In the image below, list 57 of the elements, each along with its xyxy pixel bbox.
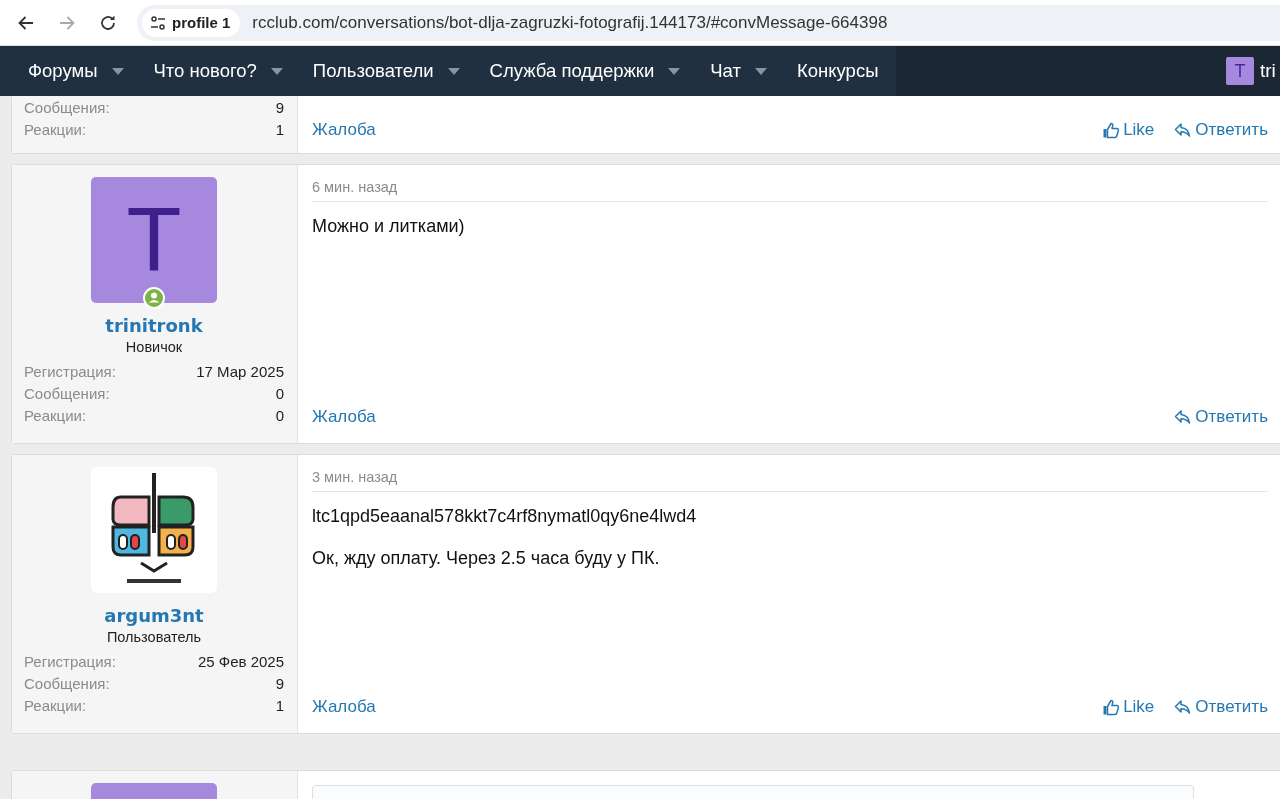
- stat-value: 1: [275, 696, 284, 716]
- stat-label: Сообщения:: [24, 674, 110, 694]
- username-link[interactable]: trinitronk: [105, 315, 203, 336]
- address-bar[interactable]: profile 1 rcclub.com/conversations/bot-dlja-zagruzki-fotografij.144173/#convMessage-664398: [137, 4, 1280, 41]
- stat-value: 0: [275, 384, 284, 404]
- nav-tab[interactable]: Чат: [710, 60, 741, 82]
- stat-value: 9: [275, 98, 284, 118]
- tune-icon: [150, 14, 166, 31]
- message-text: Ок, жду оплату. Через 2.5 часа буду у ПК.: [312, 548, 661, 569]
- nav-tab[interactable]: Что нового?: [153, 60, 257, 82]
- stat-label: Сообщения:: [24, 384, 110, 404]
- stat-value: 0: [275, 406, 284, 426]
- user-role: Пользователь: [106, 629, 202, 645]
- nav-tab[interactable]: Форумы: [28, 60, 98, 82]
- like-link[interactable]: Like: [1102, 119, 1155, 140]
- message-time: 6 мин. назад: [312, 179, 1268, 202]
- stat-value: 9: [275, 674, 284, 694]
- stat-label: Регистрация:: [24, 362, 116, 382]
- url-text: rcclub.com/conversations/bot-dlja-zagruzki-fotografij.144173/#convMessage-664398: [252, 12, 888, 33]
- user-avatar[interactable]: T: [91, 177, 217, 303]
- caret-icon[interactable]: [668, 67, 681, 75]
- caret-icon[interactable]: [754, 67, 767, 75]
- stat-label: Сообщения:: [24, 98, 110, 118]
- user-avatar[interactable]: T: [1226, 57, 1254, 85]
- caret-icon[interactable]: [111, 67, 124, 75]
- user-name[interactable]: tri: [1260, 60, 1280, 82]
- thumbs-up-icon: [1102, 698, 1121, 716]
- stat-label: Реакции:: [24, 120, 87, 140]
- profile-name: profile 1: [172, 14, 231, 31]
- report-link[interactable]: Жалоба: [312, 119, 376, 140]
- stat-value: 1: [275, 120, 284, 140]
- reply-icon: [1174, 120, 1193, 139]
- stat-label: Регистрация:: [24, 652, 116, 672]
- stat-label: Реакции:: [24, 406, 87, 426]
- reply-link[interactable]: Ответить: [1174, 407, 1268, 427]
- stat-label: Реакции:: [24, 696, 87, 716]
- user-role: Новичок: [125, 339, 183, 355]
- stat-value: 17 Мар 2025: [196, 362, 284, 382]
- message-time: 3 мин. назад: [312, 469, 1268, 492]
- profile-chip[interactable]: profile 1: [142, 8, 241, 37]
- message-text: Можно и литками): [312, 216, 466, 237]
- caret-icon[interactable]: [447, 67, 460, 75]
- nav-tab[interactable]: Служба поддержки: [489, 60, 655, 82]
- thumbs-up-icon: [1102, 120, 1121, 139]
- reply-icon: [1174, 408, 1193, 426]
- caret-icon[interactable]: [270, 67, 283, 75]
- nav-tab[interactable]: Конкурсы: [796, 60, 879, 82]
- reply-icon: [1174, 698, 1193, 716]
- username-link[interactable]: argum3nt: [104, 605, 204, 626]
- report-link[interactable]: Жалоба: [312, 697, 376, 717]
- like-link[interactable]: Like: [1102, 697, 1155, 717]
- nav-tab[interactable]: Пользователи: [312, 60, 434, 82]
- reply-link[interactable]: Ответить: [1174, 697, 1268, 717]
- stat-value: 25 Фев 2025: [197, 652, 284, 672]
- reply-link[interactable]: Ответить: [1174, 119, 1268, 140]
- message-text: ltc1qpd5eaanal578kkt7c4rf8nymatl0qy6ne4lwd4: [312, 506, 698, 527]
- report-link[interactable]: Жалоба: [312, 407, 376, 427]
